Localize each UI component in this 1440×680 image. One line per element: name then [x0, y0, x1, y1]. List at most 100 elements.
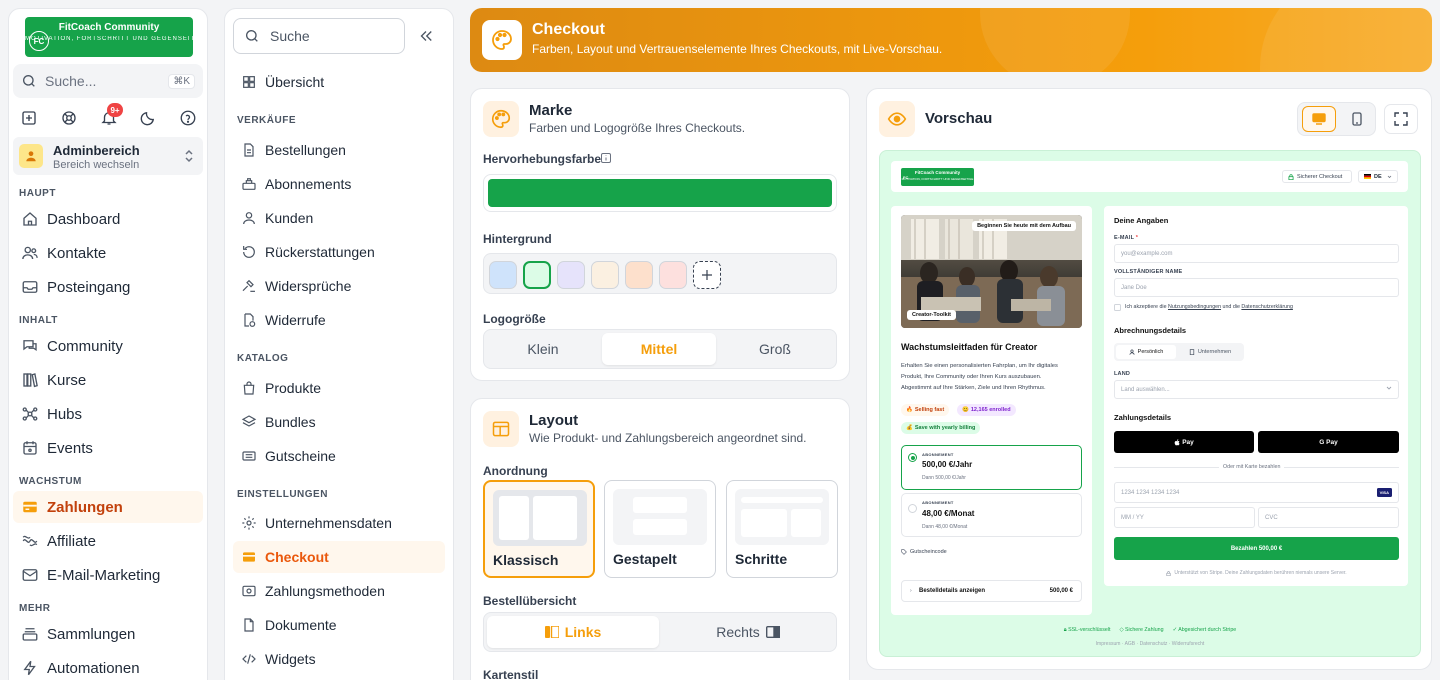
terms-checkbox[interactable] — [1114, 304, 1121, 311]
logo-size-option-klein[interactable]: Klein — [487, 333, 599, 365]
nav-item-dashboard[interactable]: Dashboard — [13, 203, 203, 235]
nav-item-affiliate[interactable]: Affiliate — [13, 525, 203, 557]
subnav-item-bestellungen[interactable]: Bestellungen — [233, 134, 445, 166]
add-custom-color-icon[interactable] — [693, 261, 721, 289]
subnav-item-dokumente[interactable]: Dokumente — [233, 609, 445, 641]
layout-option-gestapelt[interactable]: Gestapelt — [604, 480, 716, 578]
card-title: Marke — [529, 102, 573, 119]
subnav-item-uebersicht[interactable]: Übersicht — [233, 66, 445, 98]
subnav-item-abonnements[interactable]: Abonnements — [233, 168, 445, 200]
subnav-item-unternehmensdaten[interactable]: Unternehmensdaten — [233, 507, 445, 539]
preview-title: Vorschau — [925, 110, 993, 127]
preview-name-input[interactable]: Jane Doe — [1114, 278, 1399, 297]
preview-plan-yearly[interactable]: ABONNEMENT 500,00 €/Jahr Dann 500,00 €/J… — [901, 445, 1082, 490]
nav-item-kontakte[interactable]: Kontakte — [13, 237, 203, 269]
billing-company-label: Unternehmen — [1197, 349, 1232, 355]
global-search[interactable]: Suche... ⌘K — [13, 64, 203, 98]
billing-company-option[interactable]: Unternehmen — [1178, 345, 1242, 359]
subnav-item-produkte[interactable]: Produkte — [233, 372, 445, 404]
nav-item-sammlungen[interactable]: Sammlungen — [13, 618, 203, 650]
subnav-item-gutscheine[interactable]: Gutscheine — [233, 440, 445, 472]
dark-mode-icon[interactable] — [138, 108, 158, 128]
subnav-search-input[interactable]: Suche — [233, 18, 405, 54]
summary-left-option[interactable]: Links — [487, 616, 659, 648]
billing-personal-option[interactable]: Persönlich — [1116, 345, 1176, 359]
nav-item-events[interactable]: Events — [13, 432, 203, 464]
subnav-item-widgets[interactable]: Widgets — [233, 643, 445, 675]
layout-option-klassisch[interactable]: Klassisch — [483, 480, 595, 578]
info-icon[interactable] — [600, 152, 612, 164]
fullscreen-icon[interactable] — [1384, 104, 1418, 134]
nav-item-community[interactable]: Community — [13, 330, 203, 362]
nav-item-posteingang[interactable]: Posteingang — [13, 271, 203, 303]
workspace-switcher[interactable]: Adminbereich Bereich wechseln — [13, 137, 203, 175]
background-swatch-cream[interactable] — [591, 261, 619, 289]
layout-option-schritte[interactable]: Schritte — [726, 480, 838, 578]
nav-label: Zahlungen — [47, 498, 123, 516]
search-icon — [21, 73, 37, 89]
subnav-item-zahlungsmethoden[interactable]: Zahlungsmethoden — [233, 575, 445, 607]
help-icon[interactable] — [178, 108, 198, 128]
nav-item-kurse[interactable]: Kurse — [13, 364, 203, 396]
brand-tagline: MOTIVATION, FORTSCHRITT UND GEGENSEITIGE — [25, 36, 193, 42]
page-title: Checkout — [532, 21, 605, 38]
accent-color-picker[interactable] — [483, 174, 837, 212]
preview-order-details[interactable]: › Bestelldetails anzeigen 500,00 € — [901, 580, 1082, 602]
collapse-sidebar-icon[interactable] — [417, 27, 435, 45]
subnav-item-kunden[interactable]: Kunden — [233, 202, 445, 234]
preview-country-select[interactable]: Land auswählen... — [1114, 380, 1399, 399]
preview-plan-monthly[interactable]: ABONNEMENT 48,00 €/Monat Dann 48,00 €/Mo… — [901, 493, 1082, 537]
nav-item-hubs[interactable]: Hubs — [13, 398, 203, 430]
nav-item-zahlungen[interactable]: Zahlungen — [13, 491, 203, 523]
preview-pay-button[interactable]: Bezahlen 500,00 € — [1114, 537, 1399, 560]
preview-cvc-input[interactable]: CVC — [1258, 507, 1399, 528]
preview-brand-name: FitCoach Community — [914, 170, 961, 175]
layout-option-label: Klassisch — [493, 552, 559, 568]
trust-stripe-label: Abgesichert durch Stripe — [1178, 627, 1237, 633]
background-swatch-blue[interactable] — [489, 261, 517, 289]
background-swatch-mint[interactable] — [523, 261, 551, 289]
nav-item-automationen[interactable]: Automationen — [13, 652, 203, 680]
payments-subnav: Suche Übersicht VERKÄUFE Bestellungen Ab… — [224, 8, 454, 680]
preview-footer-links[interactable]: Impressum · AGB · Datenschutz · Widerruf… — [880, 641, 1420, 647]
subnav-item-rueckerstattungen[interactable]: Rückerstattungen — [233, 236, 445, 268]
background-swatch-peach[interactable] — [625, 261, 653, 289]
subnav-item-widerrufe[interactable]: Widerrufe — [233, 304, 445, 336]
tag-icon — [901, 549, 907, 555]
terms-link[interactable]: Nutzungsbedingungen — [1168, 304, 1221, 310]
preview-card-number-input[interactable]: 1234 1234 1234 1234 VISA — [1114, 482, 1399, 503]
preview-email-input[interactable]: you@example.com — [1114, 244, 1399, 263]
shopping-bag-icon — [241, 380, 257, 396]
preview-coupon-link[interactable]: Gutscheincode — [901, 549, 947, 555]
background-swatch-rose[interactable] — [659, 261, 687, 289]
background-swatch-lavender[interactable] — [557, 261, 585, 289]
privacy-link[interactable]: Datenschutzerklärung — [1241, 304, 1293, 310]
workspace-title: Adminbereich — [53, 143, 140, 158]
brand-logo[interactable]: FC FitCoach Community MOTIVATION, FORTSC… — [25, 17, 193, 57]
payment-method-icon — [241, 583, 257, 599]
subnav-label: Unternehmensdaten — [265, 515, 392, 531]
logo-size-option-gross[interactable]: Groß — [719, 333, 831, 365]
preview-language-select[interactable]: DE — [1358, 170, 1398, 183]
add-icon[interactable] — [19, 108, 39, 128]
subnav-label: Zahlungsmethoden — [265, 583, 385, 599]
subnav-item-widersprueche[interactable]: Widersprüche — [233, 270, 445, 302]
apple-pay-button[interactable]: Pay — [1114, 431, 1254, 453]
apple-pay-label: Pay — [1182, 438, 1194, 446]
logo-size-option-mittel[interactable]: Mittel — [602, 333, 716, 365]
subnav-item-bundles[interactable]: Bundles — [233, 406, 445, 438]
google-pay-button[interactable]: G Pay — [1258, 431, 1399, 453]
visa-icon: VISA — [1376, 488, 1392, 497]
help-lifebuoy-icon[interactable] — [59, 108, 79, 128]
mobile-icon[interactable] — [1340, 106, 1374, 132]
hub-icon — [21, 405, 39, 423]
credit-card-icon — [21, 498, 39, 516]
subnav-item-checkout[interactable]: Checkout — [233, 541, 445, 573]
desktop-icon[interactable] — [1302, 106, 1336, 132]
layout-option-label: Gestapelt — [613, 551, 677, 567]
summary-right-option[interactable]: Rechts — [662, 616, 834, 648]
preview-expiry-input[interactable]: MM / YY — [1114, 507, 1255, 528]
nav-item-email-marketing[interactable]: E-Mail-Marketing — [13, 559, 203, 591]
device-toggle — [1297, 102, 1376, 136]
ticket-icon — [241, 448, 257, 464]
